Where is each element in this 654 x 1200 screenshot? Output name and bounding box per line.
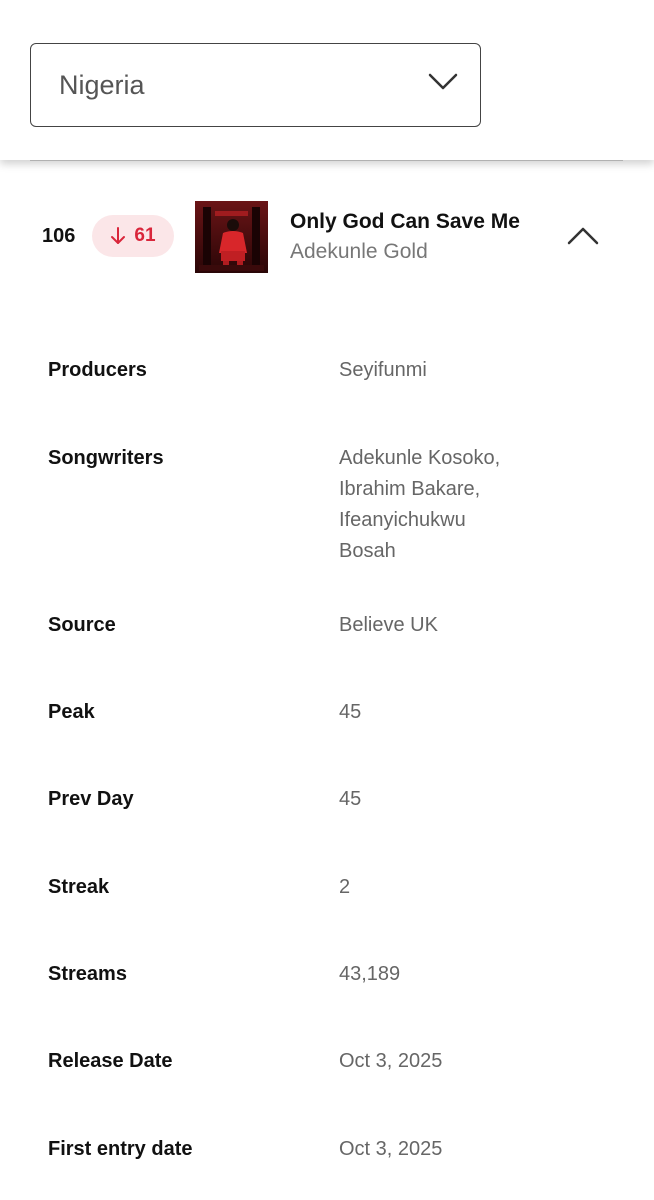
songwriters-value-line-1: Adekunle Kosoko, <box>339 447 501 469</box>
movement-badge: 61 <box>92 215 174 257</box>
source-value: Believe UK <box>339 614 438 636</box>
first-entry-date-label: First entry date <box>48 1138 193 1160</box>
first-entry-date-value: Oct 3, 2025 <box>339 1138 443 1160</box>
streak-value: 2 <box>339 876 351 898</box>
country-select-value: Nigeria <box>59 69 145 100</box>
country-select[interactable]: Nigeria <box>30 43 481 127</box>
streams-label: Streams <box>48 963 127 985</box>
arrow-down-icon <box>111 227 126 244</box>
songwriters-value-line-2: Ibrahim Bakare, <box>339 478 481 500</box>
rank-number: 106 <box>42 225 76 247</box>
chevron-up-icon[interactable] <box>566 224 600 246</box>
songwriters-value-line-4: Bosah <box>339 540 396 562</box>
release-date-label: Release Date <box>48 1050 173 1072</box>
producers-label: Producers <box>48 359 147 381</box>
peak-value: 45 <box>339 701 362 723</box>
prev-day-value: 45 <box>339 788 362 810</box>
chevron-down-icon <box>428 73 458 90</box>
streams-value: 43,189 <box>339 963 401 985</box>
songwriters-value-line-3: Ifeanyichukwu <box>339 509 466 531</box>
track-artist: Adekunle Gold <box>290 240 428 263</box>
songwriters-label: Songwriters <box>48 447 164 469</box>
top-bar: Nigeria <box>0 0 654 160</box>
album-cover <box>195 201 268 273</box>
prev-day-label: Prev Day <box>48 788 134 810</box>
movement-value: 61 <box>134 225 156 246</box>
divider <box>30 160 623 161</box>
streak-label: Streak <box>48 876 110 898</box>
track-row[interactable]: 106 61 Only God Can Save Me Adekunle Gol… <box>0 195 654 281</box>
source-label: Source <box>48 614 116 636</box>
track-title: Only God Can Save Me <box>290 210 520 233</box>
peak-label: Peak <box>48 701 95 723</box>
producers-value: Seyifunmi <box>339 359 427 381</box>
release-date-value: Oct 3, 2025 <box>339 1050 443 1072</box>
